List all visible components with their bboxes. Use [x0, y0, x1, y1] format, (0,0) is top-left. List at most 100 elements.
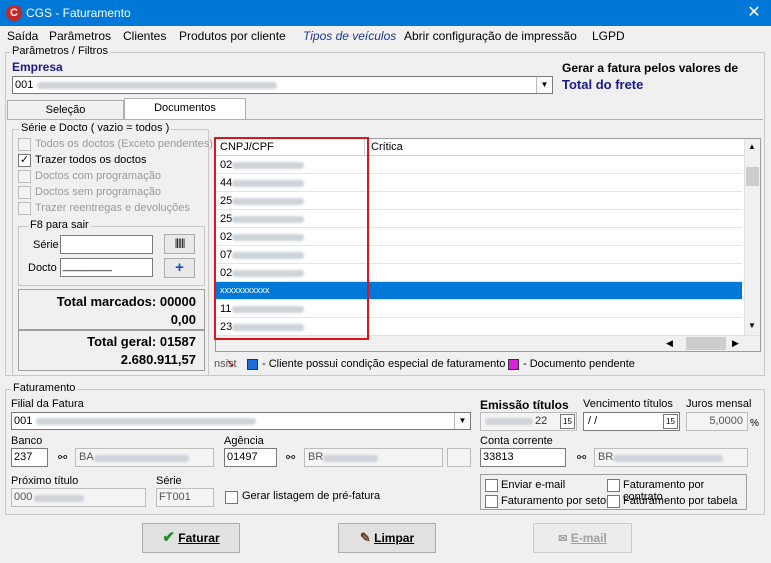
- app-logo-icon: C: [6, 5, 22, 21]
- conta-desc: BR: [594, 448, 748, 467]
- trazer-reentregas-checkbox[interactable]: [18, 202, 31, 215]
- broom-icon: ✎: [359, 530, 371, 545]
- conta-value: 33813: [483, 451, 514, 463]
- h-scroll-thumb[interactable]: [686, 337, 726, 350]
- calendar-icon[interactable]: 15: [663, 414, 678, 429]
- legend-condicao-especial: - Cliente possui condição especial de fa…: [262, 358, 506, 370]
- scroll-thumb[interactable]: [746, 167, 759, 186]
- col-critica[interactable]: Crítica: [371, 141, 403, 153]
- docto-input[interactable]: ________: [60, 258, 153, 277]
- serie-fat-value: FT001: [159, 491, 191, 503]
- filial-value: 001: [14, 415, 33, 427]
- faturamento-options: Enviar e-mail Faturamento por contrato F…: [480, 474, 747, 510]
- banco-value: 237: [14, 451, 33, 463]
- empresa-value: 001: [15, 79, 34, 91]
- menu-abrir-configuracao[interactable]: Abrir configuração de impressão: [404, 29, 577, 43]
- binoculars-icon[interactable]: ⚯: [58, 451, 67, 464]
- todos-doctos-checkbox[interactable]: [18, 138, 31, 151]
- scroll-down-icon[interactable]: ▼: [748, 321, 756, 330]
- total-geral-label: Total geral:: [87, 334, 157, 349]
- total-marcados-count: 00000: [159, 294, 196, 309]
- banco-desc-redacted: [94, 455, 189, 462]
- tab-documentos[interactable]: Documentos: [124, 98, 246, 120]
- doctos-sem-programacao-label: Doctos sem programação: [35, 186, 161, 198]
- add-button[interactable]: +: [164, 258, 195, 278]
- email-button[interactable]: ✉ E-mail: [533, 523, 632, 553]
- juros-value: 5,0000: [709, 415, 743, 427]
- empresa-select[interactable]: 001 ▼: [12, 76, 553, 94]
- fat-tabela-label: Faturamento por tabela: [623, 495, 738, 507]
- gerar-listagem-checkbox[interactable]: [225, 491, 238, 504]
- total-geral-value: 2.680.911,57: [120, 352, 196, 367]
- serie-fat-input: FT001: [156, 488, 214, 507]
- fat-contrato-checkbox[interactable]: [607, 479, 620, 492]
- emissao-label: Emissão títulos: [480, 398, 569, 412]
- agencia-input[interactable]: 01497: [224, 448, 277, 467]
- emissao-redacted: [485, 418, 533, 425]
- todos-doctos-label: Todos os doctos (Exceto pendentes): [35, 138, 213, 150]
- agencia-extra: [447, 448, 471, 467]
- proximo-label: Próximo título: [11, 475, 79, 487]
- pointer-arrow-icon: ➘: [226, 358, 236, 370]
- menu-produtos-por-cliente[interactable]: Produtos por cliente: [179, 29, 286, 43]
- conta-desc-value: BR: [598, 451, 614, 463]
- enviar-email-label: Enviar e-mail: [501, 479, 566, 491]
- faturamento-label: Faturamento: [11, 382, 78, 394]
- doctos-sem-programacao-checkbox[interactable]: [18, 186, 31, 199]
- total-geral-count: 01587: [159, 334, 196, 349]
- trazer-todos-checkbox[interactable]: ✓: [18, 154, 31, 167]
- conta-input[interactable]: 33813: [480, 448, 566, 467]
- fat-setor-checkbox[interactable]: [485, 495, 498, 508]
- doctos-com-programacao-checkbox[interactable]: [18, 170, 31, 183]
- juros-label: Juros mensal: [686, 398, 752, 410]
- agencia-desc: BR: [304, 448, 443, 467]
- tab-selecao[interactable]: Seleção: [7, 100, 124, 119]
- serie-input[interactable]: [60, 235, 153, 254]
- scroll-right-icon[interactable]: ▶: [732, 338, 739, 349]
- docto-label: Docto: [28, 262, 57, 274]
- params-group-label: Parâmetros / Filtros: [10, 45, 110, 57]
- faturar-label: Faturar: [178, 531, 220, 545]
- enviar-email-checkbox[interactable]: [485, 479, 498, 492]
- banco-desc: BA: [75, 448, 214, 467]
- calendar-icon[interactable]: 15: [560, 414, 575, 429]
- chevron-down-icon[interactable]: ▼: [536, 77, 552, 93]
- menu-parametros[interactable]: Parâmetros: [49, 29, 111, 43]
- juros-unit: %: [750, 418, 759, 429]
- binoculars-icon[interactable]: ⚯: [286, 451, 295, 464]
- menu-lgpd[interactable]: LGPD: [592, 29, 625, 43]
- check-icon: ✔: [162, 529, 175, 546]
- menu-saida[interactable]: Saída: [7, 29, 38, 43]
- filial-select[interactable]: 001 ▼: [11, 412, 471, 430]
- menu-tipos-de-veiculos[interactable]: Tipos de veículos: [303, 29, 396, 43]
- menu-clientes[interactable]: Clientes: [123, 29, 166, 43]
- filial-label: Filial da Fatura: [11, 398, 84, 410]
- conta-label: Conta corrente: [480, 435, 553, 447]
- empresa-label: Empresa: [12, 60, 63, 74]
- total-geral-panel: Total geral: 01587 2.680.911,57: [18, 330, 205, 371]
- limpar-button[interactable]: ✎ Limpar: [338, 523, 436, 553]
- close-icon[interactable]: ✕: [744, 3, 764, 23]
- faturar-button[interactable]: ✔ Faturar: [142, 523, 240, 553]
- title-bar: C CGS - Faturamento ✕: [0, 0, 771, 26]
- email-label: E-mail: [570, 531, 607, 545]
- fat-tabela-checkbox[interactable]: [607, 495, 620, 508]
- conta-desc-redacted: [613, 455, 723, 462]
- legend-documento-pendente: - Documento pendente: [523, 358, 635, 370]
- binoculars-icon[interactable]: ⚯: [577, 451, 586, 464]
- chevron-down-icon[interactable]: ▼: [454, 413, 470, 429]
- scroll-left-icon[interactable]: ◀: [666, 338, 673, 349]
- doctos-com-programacao-label: Doctos com programação: [35, 170, 161, 182]
- emissao-input[interactable]: 22 15: [480, 412, 577, 431]
- gerar-fatura-value: Total do frete: [562, 77, 644, 92]
- scroll-up-icon[interactable]: ▲: [748, 142, 756, 151]
- juros-input[interactable]: 5,0000: [686, 412, 748, 431]
- vencimento-input[interactable]: / / 15: [583, 412, 680, 431]
- empresa-name-redacted: [37, 82, 277, 89]
- banco-input[interactable]: 237: [11, 448, 48, 467]
- gerar-fatura-label: Gerar a fatura pelos valores de: [562, 61, 739, 75]
- vertical-scrollbar[interactable]: ▲ ▼: [744, 139, 760, 335]
- barcode-button[interactable]: ||||||: [164, 234, 195, 254]
- banco-desc-value: BA: [79, 451, 94, 463]
- f8-label: F8 para sair: [28, 219, 91, 231]
